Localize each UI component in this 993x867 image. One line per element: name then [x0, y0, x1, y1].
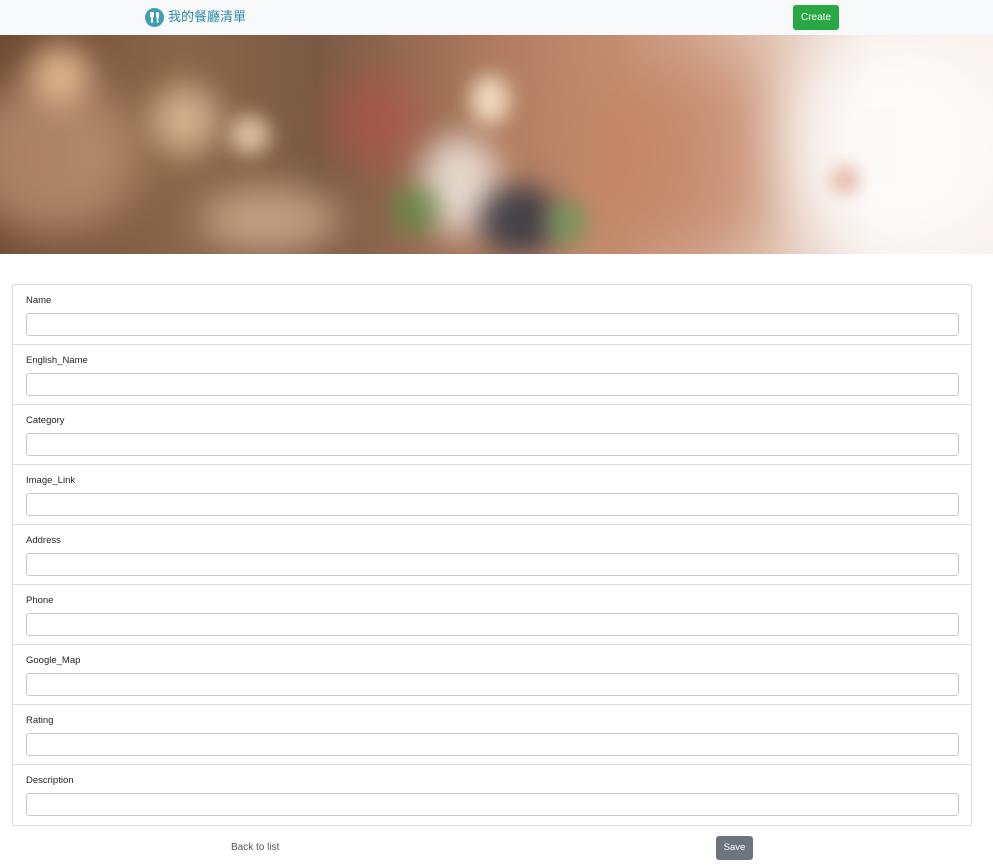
form-group-description: Description [13, 765, 971, 825]
brand-link[interactable]: 我的餐廳清單 [145, 8, 246, 27]
image-link-input[interactable] [26, 493, 959, 516]
create-button[interactable]: Create [793, 5, 839, 30]
english-name-label: English_Name [26, 355, 88, 366]
name-input[interactable] [26, 313, 959, 336]
banner-image [0, 35, 993, 254]
address-label: Address [26, 535, 61, 546]
navbar: 我的餐廳清單 Create [0, 0, 993, 35]
google-map-input[interactable] [26, 673, 959, 696]
english-name-input[interactable] [26, 373, 959, 396]
form-group-name: Name [13, 285, 971, 345]
image-link-label: Image_Link [26, 475, 76, 486]
form-group-english-name: English_Name [13, 345, 971, 405]
utensils-icon [145, 8, 164, 27]
brand-title: 我的餐廳清單 [168, 10, 247, 25]
form-group-google-map: Google_Map [13, 645, 971, 705]
save-button[interactable]: Save [716, 836, 753, 860]
rating-label: Rating [26, 715, 54, 726]
rating-input[interactable] [26, 733, 959, 756]
description-input[interactable] [26, 793, 959, 816]
phone-input[interactable] [26, 613, 959, 636]
restaurant-form: Name English_Name Category Image_Link Ad… [12, 284, 972, 826]
form-group-rating: Rating [13, 705, 971, 765]
address-input[interactable] [26, 553, 959, 576]
back-to-list-link[interactable]: Back to list [231, 842, 279, 853]
phone-label: Phone [26, 595, 54, 606]
google-map-label: Google_Map [26, 655, 81, 666]
form-group-phone: Phone [13, 585, 971, 645]
form-group-image-link: Image_Link [13, 465, 971, 525]
name-label: Name [26, 295, 52, 306]
category-label: Category [26, 415, 65, 426]
form-group-category: Category [13, 405, 971, 465]
form-group-address: Address [13, 525, 971, 585]
description-label: Description [26, 775, 74, 786]
category-input[interactable] [26, 433, 959, 456]
